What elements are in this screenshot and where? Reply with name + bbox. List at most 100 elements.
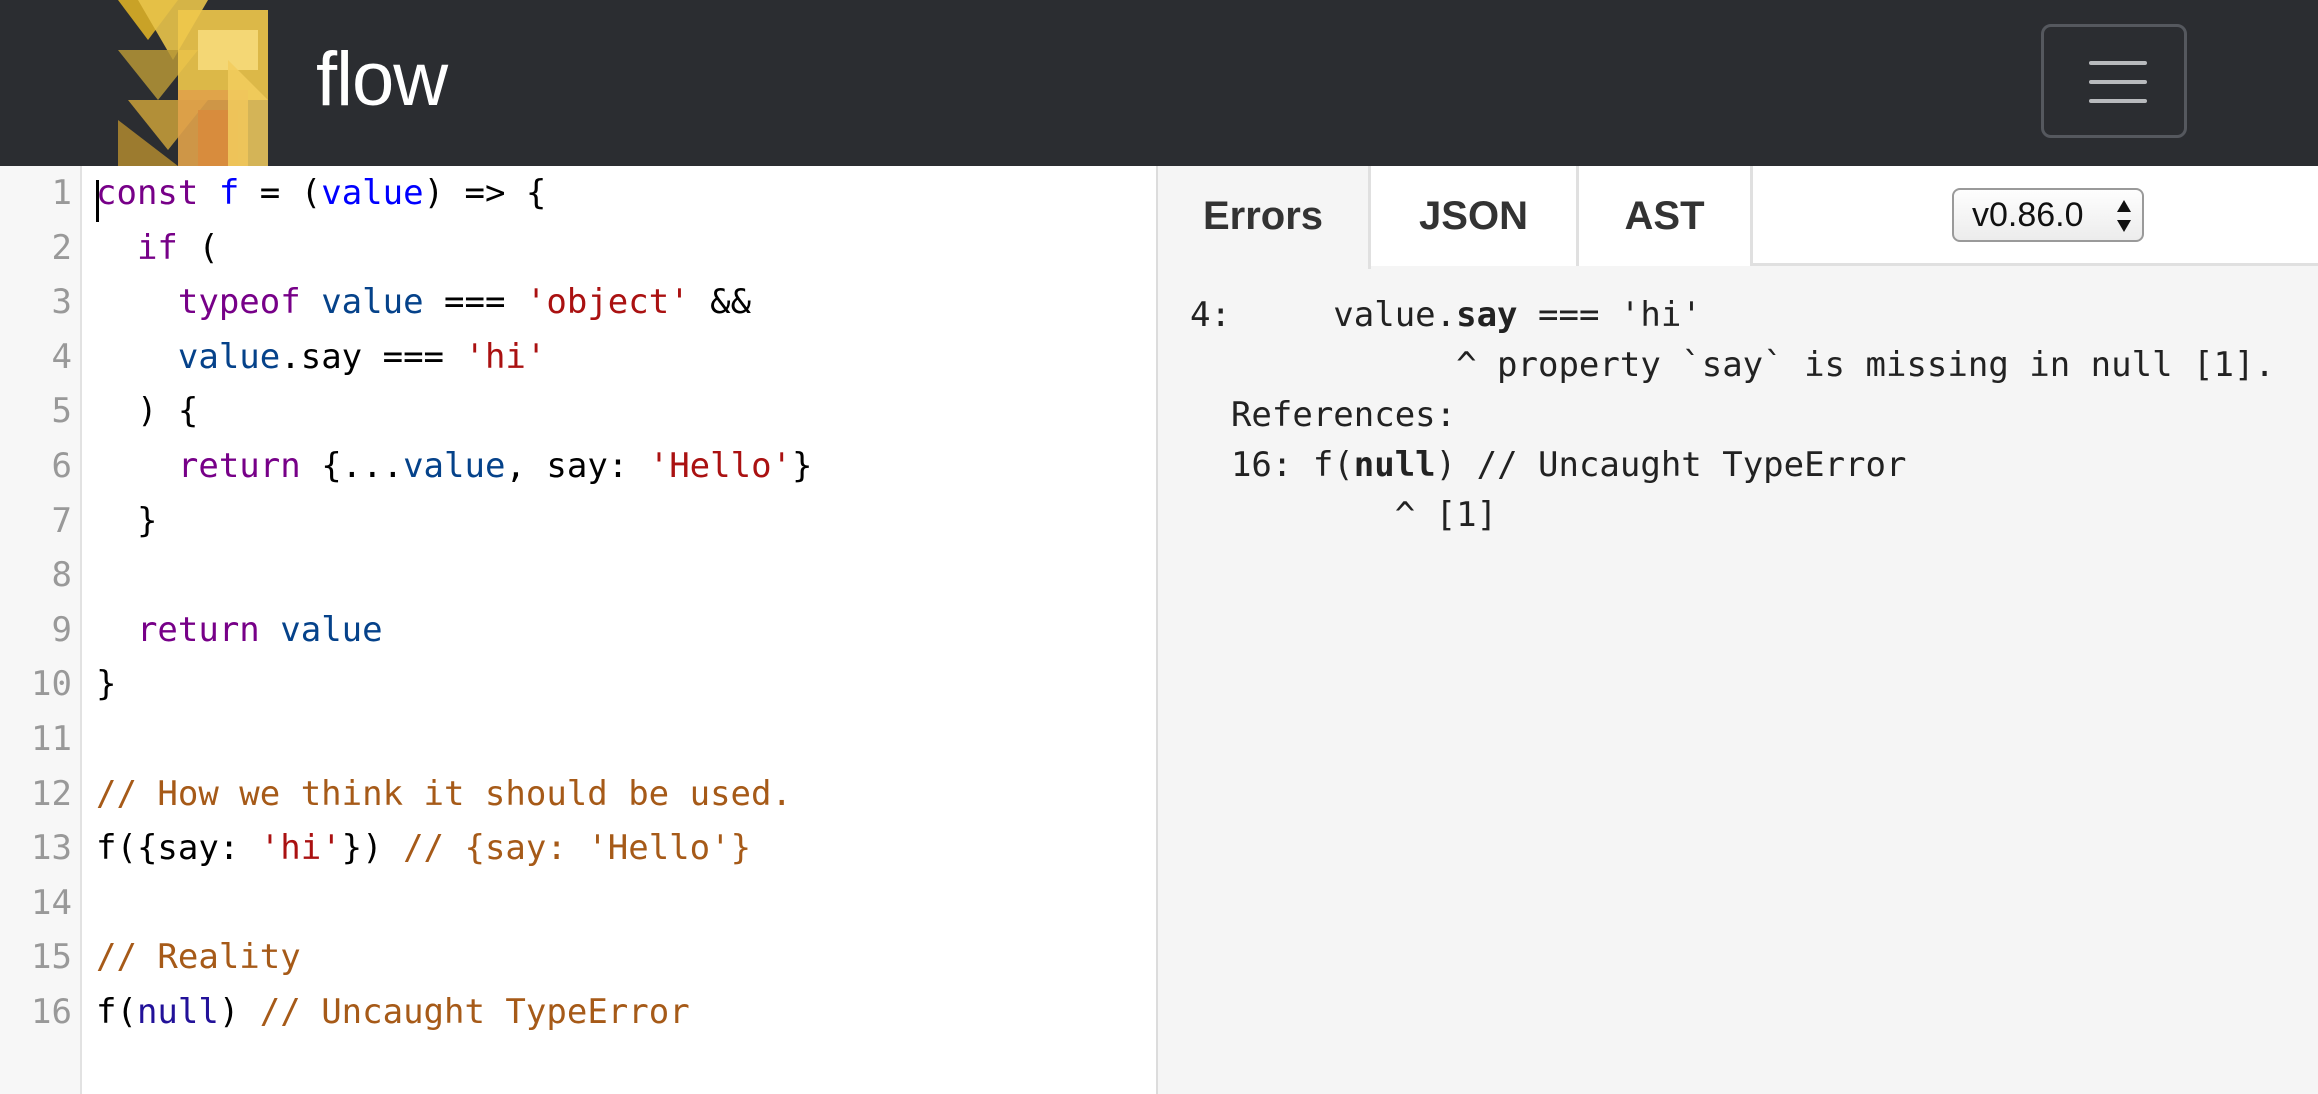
code-token: 'hi': [464, 336, 547, 377]
line-number: 2: [51, 227, 72, 268]
code-token: null: [136, 992, 219, 1032]
error-text: say: [1456, 295, 1518, 335]
tab-json[interactable]: JSON: [1371, 166, 1579, 266]
code-token: .say ===: [280, 336, 465, 377]
line-number: 13: [31, 828, 72, 869]
code-line[interactable]: f({say: 'hi'}) // {say: 'Hello'}: [96, 821, 751, 875]
line-number: 7: [51, 500, 72, 541]
code-token: value: [280, 609, 383, 650]
code-token: typeof: [177, 282, 301, 323]
code-token: }: [96, 500, 158, 541]
code-token: f(: [96, 992, 137, 1032]
code-line[interactable]: // How we think it should be used.: [96, 767, 792, 821]
code-token: &&: [689, 282, 752, 323]
version-value: v0.86.0: [1972, 196, 2084, 234]
line-number-gutter: 1 2 3 4 5 6 7 8 9 10 11 12 13 14 15 16: [0, 166, 82, 1094]
code-line[interactable]: // Reality: [96, 930, 301, 984]
code-token: f({say:: [96, 828, 260, 869]
error-line: References:: [1190, 390, 1456, 440]
code-token: return: [136, 609, 260, 650]
error-line: 4: value.say === 'hi': [1190, 290, 1702, 340]
code-line[interactable]: value.say === 'hi': [96, 330, 546, 384]
tab-ast[interactable]: AST: [1579, 166, 1753, 266]
code-token: // {say: 'Hello'}: [403, 828, 752, 869]
code-token: ) => {: [423, 173, 547, 213]
version-select[interactable]: v0.86.0: [1952, 188, 2144, 242]
code-token: value: [403, 446, 506, 486]
line-number: 15: [31, 937, 72, 978]
code-token: 'object': [525, 282, 690, 323]
code-token: ) {: [96, 391, 199, 432]
error-text: References:: [1190, 395, 1457, 435]
line-number: 3: [51, 282, 72, 323]
code-line[interactable]: typeof value === 'object' &&: [96, 275, 751, 329]
code-line[interactable]: }: [96, 657, 116, 711]
line-number: 16: [31, 992, 72, 1032]
code-token: value: [321, 173, 424, 213]
output-tabs: Errors JSON AST: [1158, 166, 2318, 269]
code-token: 'Hello': [648, 446, 793, 486]
code-token: f: [218, 173, 240, 213]
code-token: // Uncaught TypeError: [259, 992, 690, 1032]
brand-title[interactable]: flow: [316, 36, 448, 123]
error-text: ^ [1]: [1190, 495, 1498, 535]
error-text: 4: value.: [1190, 295, 1457, 335]
line-number: 6: [51, 446, 72, 486]
code-token: if: [136, 227, 178, 268]
top-navbar: flow: [0, 0, 2318, 166]
code-token: }: [96, 664, 117, 705]
error-text: 16: f(: [1190, 445, 1354, 485]
code-line[interactable]: }: [96, 494, 157, 548]
error-line: ^ [1]: [1190, 490, 1497, 540]
code-line[interactable]: return value: [96, 603, 383, 657]
error-line: 16: f(null) // Uncaught TypeError: [1190, 440, 1907, 490]
code-token: = (: [239, 173, 322, 213]
line-number: 9: [51, 609, 72, 650]
line-number: 12: [31, 773, 72, 814]
flow-logo-icon[interactable]: [118, 0, 288, 166]
code-line[interactable]: if (: [96, 221, 219, 275]
select-arrows-icon: [2117, 200, 2131, 232]
code-token: (: [177, 227, 219, 268]
line-number: 14: [31, 882, 72, 923]
code-line[interactable]: f(null) // Uncaught TypeError: [96, 985, 690, 1039]
output-panel: Errors JSON AST 4: value.say === 'hi' ^ …: [1156, 166, 2318, 1094]
code-token: const: [96, 173, 199, 213]
code-token: {...: [300, 446, 404, 486]
code-token: return: [177, 446, 301, 486]
error-text: ) // Uncaught TypeError: [1435, 445, 1907, 485]
code-token: , say:: [505, 446, 649, 486]
code-token: value: [177, 336, 281, 377]
line-number: 10: [31, 664, 72, 705]
code-token: value: [321, 282, 424, 323]
tab-errors[interactable]: Errors: [1158, 166, 1371, 269]
code-token: ): [218, 992, 260, 1032]
menu-toggle-button[interactable]: [2041, 24, 2187, 138]
error-text: null: [1353, 445, 1436, 485]
code-line[interactable]: const f = (value) => {: [96, 166, 546, 220]
code-line[interactable]: ) {: [96, 384, 198, 438]
text-cursor: [96, 180, 99, 222]
code-editor[interactable]: 1 2 3 4 5 6 7 8 9 10 11 12 13 14 15 16 const f = (value…: [0, 166, 1156, 1094]
error-text: ^ property `say` is missing in null [1].: [1190, 345, 2275, 385]
error-text: === 'hi': [1517, 295, 1702, 335]
code-line[interactable]: return {...value, say: 'Hello'}: [96, 439, 813, 493]
code-token: 'hi': [259, 828, 342, 869]
code-token: // How we think it should be used.: [96, 773, 792, 814]
line-number: 1: [51, 173, 72, 213]
line-number: 4: [51, 336, 72, 377]
code-token: ===: [423, 282, 526, 323]
code-token: }): [341, 828, 404, 869]
line-number: 5: [51, 391, 72, 432]
line-number: 8: [51, 555, 72, 596]
error-line: ^ property `say` is missing in null [1].: [1190, 340, 2275, 390]
code-token: }: [792, 446, 813, 486]
